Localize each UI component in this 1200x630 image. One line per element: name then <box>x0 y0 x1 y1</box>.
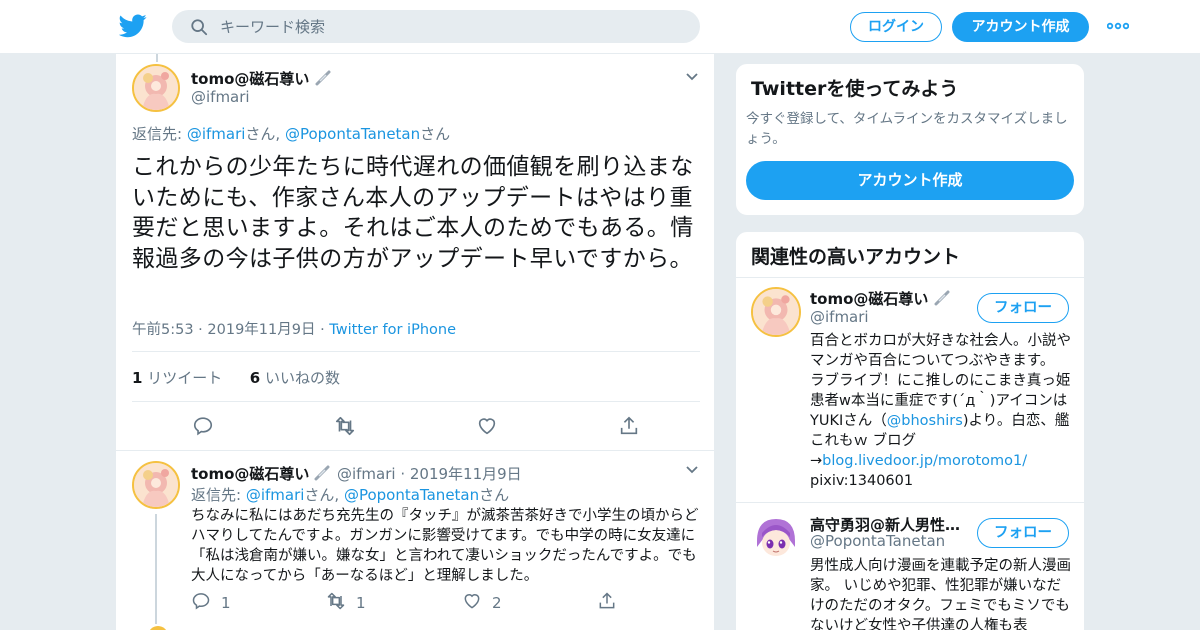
pin-icon <box>314 465 330 481</box>
avatar[interactable] <box>148 626 168 630</box>
author-name-text: tomo@磁石尊い <box>191 70 310 88</box>
reply-suffix: さん <box>420 125 451 143</box>
tweet-author-handle[interactable]: @ifmari <box>191 88 250 106</box>
chevron-down-icon[interactable] <box>685 465 699 475</box>
tweet-text: これからの少年たちに時代遅れの価値観を刷り込まないためにも、作家さん本人のアップ… <box>132 154 694 272</box>
top-navigation-bar: ログイン アカウント作成 <box>0 0 1200 54</box>
reply-prefix: 返信先: <box>132 125 187 143</box>
thread-line <box>156 54 158 62</box>
account-handle[interactable]: @PopontaTanetan <box>810 532 945 550</box>
account-handle[interactable]: @ifmari <box>810 308 869 326</box>
reply-user-link[interactable]: @ifmari <box>246 486 305 504</box>
reply-icon <box>192 593 210 610</box>
pin-icon <box>315 70 331 86</box>
tweet-source-link[interactable]: Twitter for iPhone <box>329 322 456 338</box>
like-stat[interactable]: 6 いいねの数 <box>250 369 340 387</box>
reply-action[interactable]: 1 <box>191 591 231 612</box>
related-accounts-card: 関連性の高いアカウント tomo@磁石尊い @ifmari フォロー 百合とボカ… <box>735 231 1085 630</box>
account-bio: 百合とボカロが大好きな社会人。小説やマンガや百合についてつぶやきます。 ラブライ… <box>810 333 1071 489</box>
tweet-timestamp: 午前5:53 · 2019年11月9日 · Twitter for iPhone <box>132 318 456 339</box>
divider <box>116 450 714 451</box>
avatar[interactable] <box>132 64 180 112</box>
card-title: Twitterを使ってみよう <box>751 78 959 100</box>
like-action[interactable]: 2 <box>462 591 502 612</box>
reply-suffix: さん, <box>245 125 285 143</box>
main-timeline: tomo@磁石尊い @ifmari 返信先: @ifmariさん, @Popon… <box>115 54 715 630</box>
divider <box>132 401 700 402</box>
like-icon <box>464 594 480 609</box>
retweet-icon <box>327 592 345 610</box>
share-action[interactable] <box>597 591 627 611</box>
reply-prefix: 返信先: <box>191 486 246 504</box>
reply-to-line: 返信先: @ifmariさん, @PopontaTanetanさん <box>132 123 450 144</box>
reply-tweet-header: tomo@磁石尊い @ifmari · 2019年11月9日 <box>191 463 522 484</box>
reply-tweet-text: ちなみに私にはあだち充先生の『タッチ』が滅茶苦茶好きで小学生の頃からどハマりして… <box>191 508 699 584</box>
retweet-icon[interactable] <box>334 415 356 437</box>
reply-user-link[interactable]: @ifmari <box>187 125 246 143</box>
card-title: 関連性の高いアカウント <box>751 246 961 268</box>
search-input[interactable] <box>220 10 680 43</box>
share-icon <box>599 592 615 609</box>
retweet-count: 1 <box>356 594 366 612</box>
retweet-action[interactable]: 1 <box>326 591 366 612</box>
more-options-icon[interactable] <box>1107 22 1129 30</box>
login-button[interactable]: ログイン <box>850 12 942 42</box>
twitter-bird-icon[interactable] <box>119 14 147 38</box>
reply-user-link[interactable]: @PopontaTanetan <box>344 486 479 504</box>
like-count: 2 <box>492 594 502 612</box>
bio-link[interactable]: blog.livedoor.jp/morotomo1/ <box>822 453 1027 469</box>
retweet-stat[interactable]: 1 リツイート <box>132 369 222 387</box>
divider <box>736 277 1084 278</box>
reply-user-link[interactable]: @PopontaTanetan <box>285 125 420 143</box>
follow-button[interactable]: フォロー <box>977 518 1069 548</box>
reply-author-name[interactable]: tomo@磁石尊い <box>191 465 309 483</box>
account-name[interactable]: tomo@磁石尊い <box>810 288 968 309</box>
reply-suffix: さん, <box>304 486 344 504</box>
tweet-time[interactable]: 午前5:53 · 2019年11月9日 · <box>132 322 329 338</box>
thread-line <box>155 514 157 624</box>
account-name-text: tomo@磁石尊い <box>810 290 929 308</box>
signup-prompt-card: Twitterを使ってみよう 今すぐ登録して、タイムラインをカスタマイズしましょ… <box>735 63 1085 216</box>
signup-card-button[interactable]: アカウント作成 <box>746 161 1074 200</box>
signup-button[interactable]: アカウント作成 <box>952 12 1089 42</box>
tweet-stats: 1 リツイート 6 いいねの数 <box>132 367 340 388</box>
search-bar[interactable] <box>172 10 700 43</box>
account-bio: 男性成人向け漫画を連載予定の新人漫画家。 いじめや犯罪、性犯罪が嫌いなだけのただ… <box>810 558 1071 630</box>
reply-to-line: 返信先: @ifmariさん, @PopontaTanetanさん <box>191 484 509 505</box>
reply-icon[interactable] <box>192 415 214 437</box>
bio-link[interactable]: @bhoshirs <box>887 413 963 429</box>
tweet-author-name[interactable]: tomo@磁石尊い <box>191 68 333 89</box>
follow-button[interactable]: フォロー <box>977 293 1069 323</box>
divider <box>736 502 1084 503</box>
search-icon <box>191 19 208 36</box>
chevron-down-icon[interactable] <box>685 72 699 82</box>
reply-count: 1 <box>221 594 231 612</box>
like-icon[interactable] <box>476 415 498 437</box>
avatar[interactable] <box>132 461 180 509</box>
pin-icon <box>934 290 950 306</box>
reply-tweet-meta[interactable]: @ifmari · 2019年11月9日 <box>337 465 522 483</box>
card-subtitle: 今すぐ登録して、タイムラインをカスタマイズしましょう。 <box>746 111 1068 147</box>
avatar[interactable] <box>751 513 801 563</box>
avatar[interactable] <box>751 287 801 337</box>
reply-suffix: さん <box>479 486 510 504</box>
divider <box>132 351 700 352</box>
share-icon[interactable] <box>618 415 640 437</box>
